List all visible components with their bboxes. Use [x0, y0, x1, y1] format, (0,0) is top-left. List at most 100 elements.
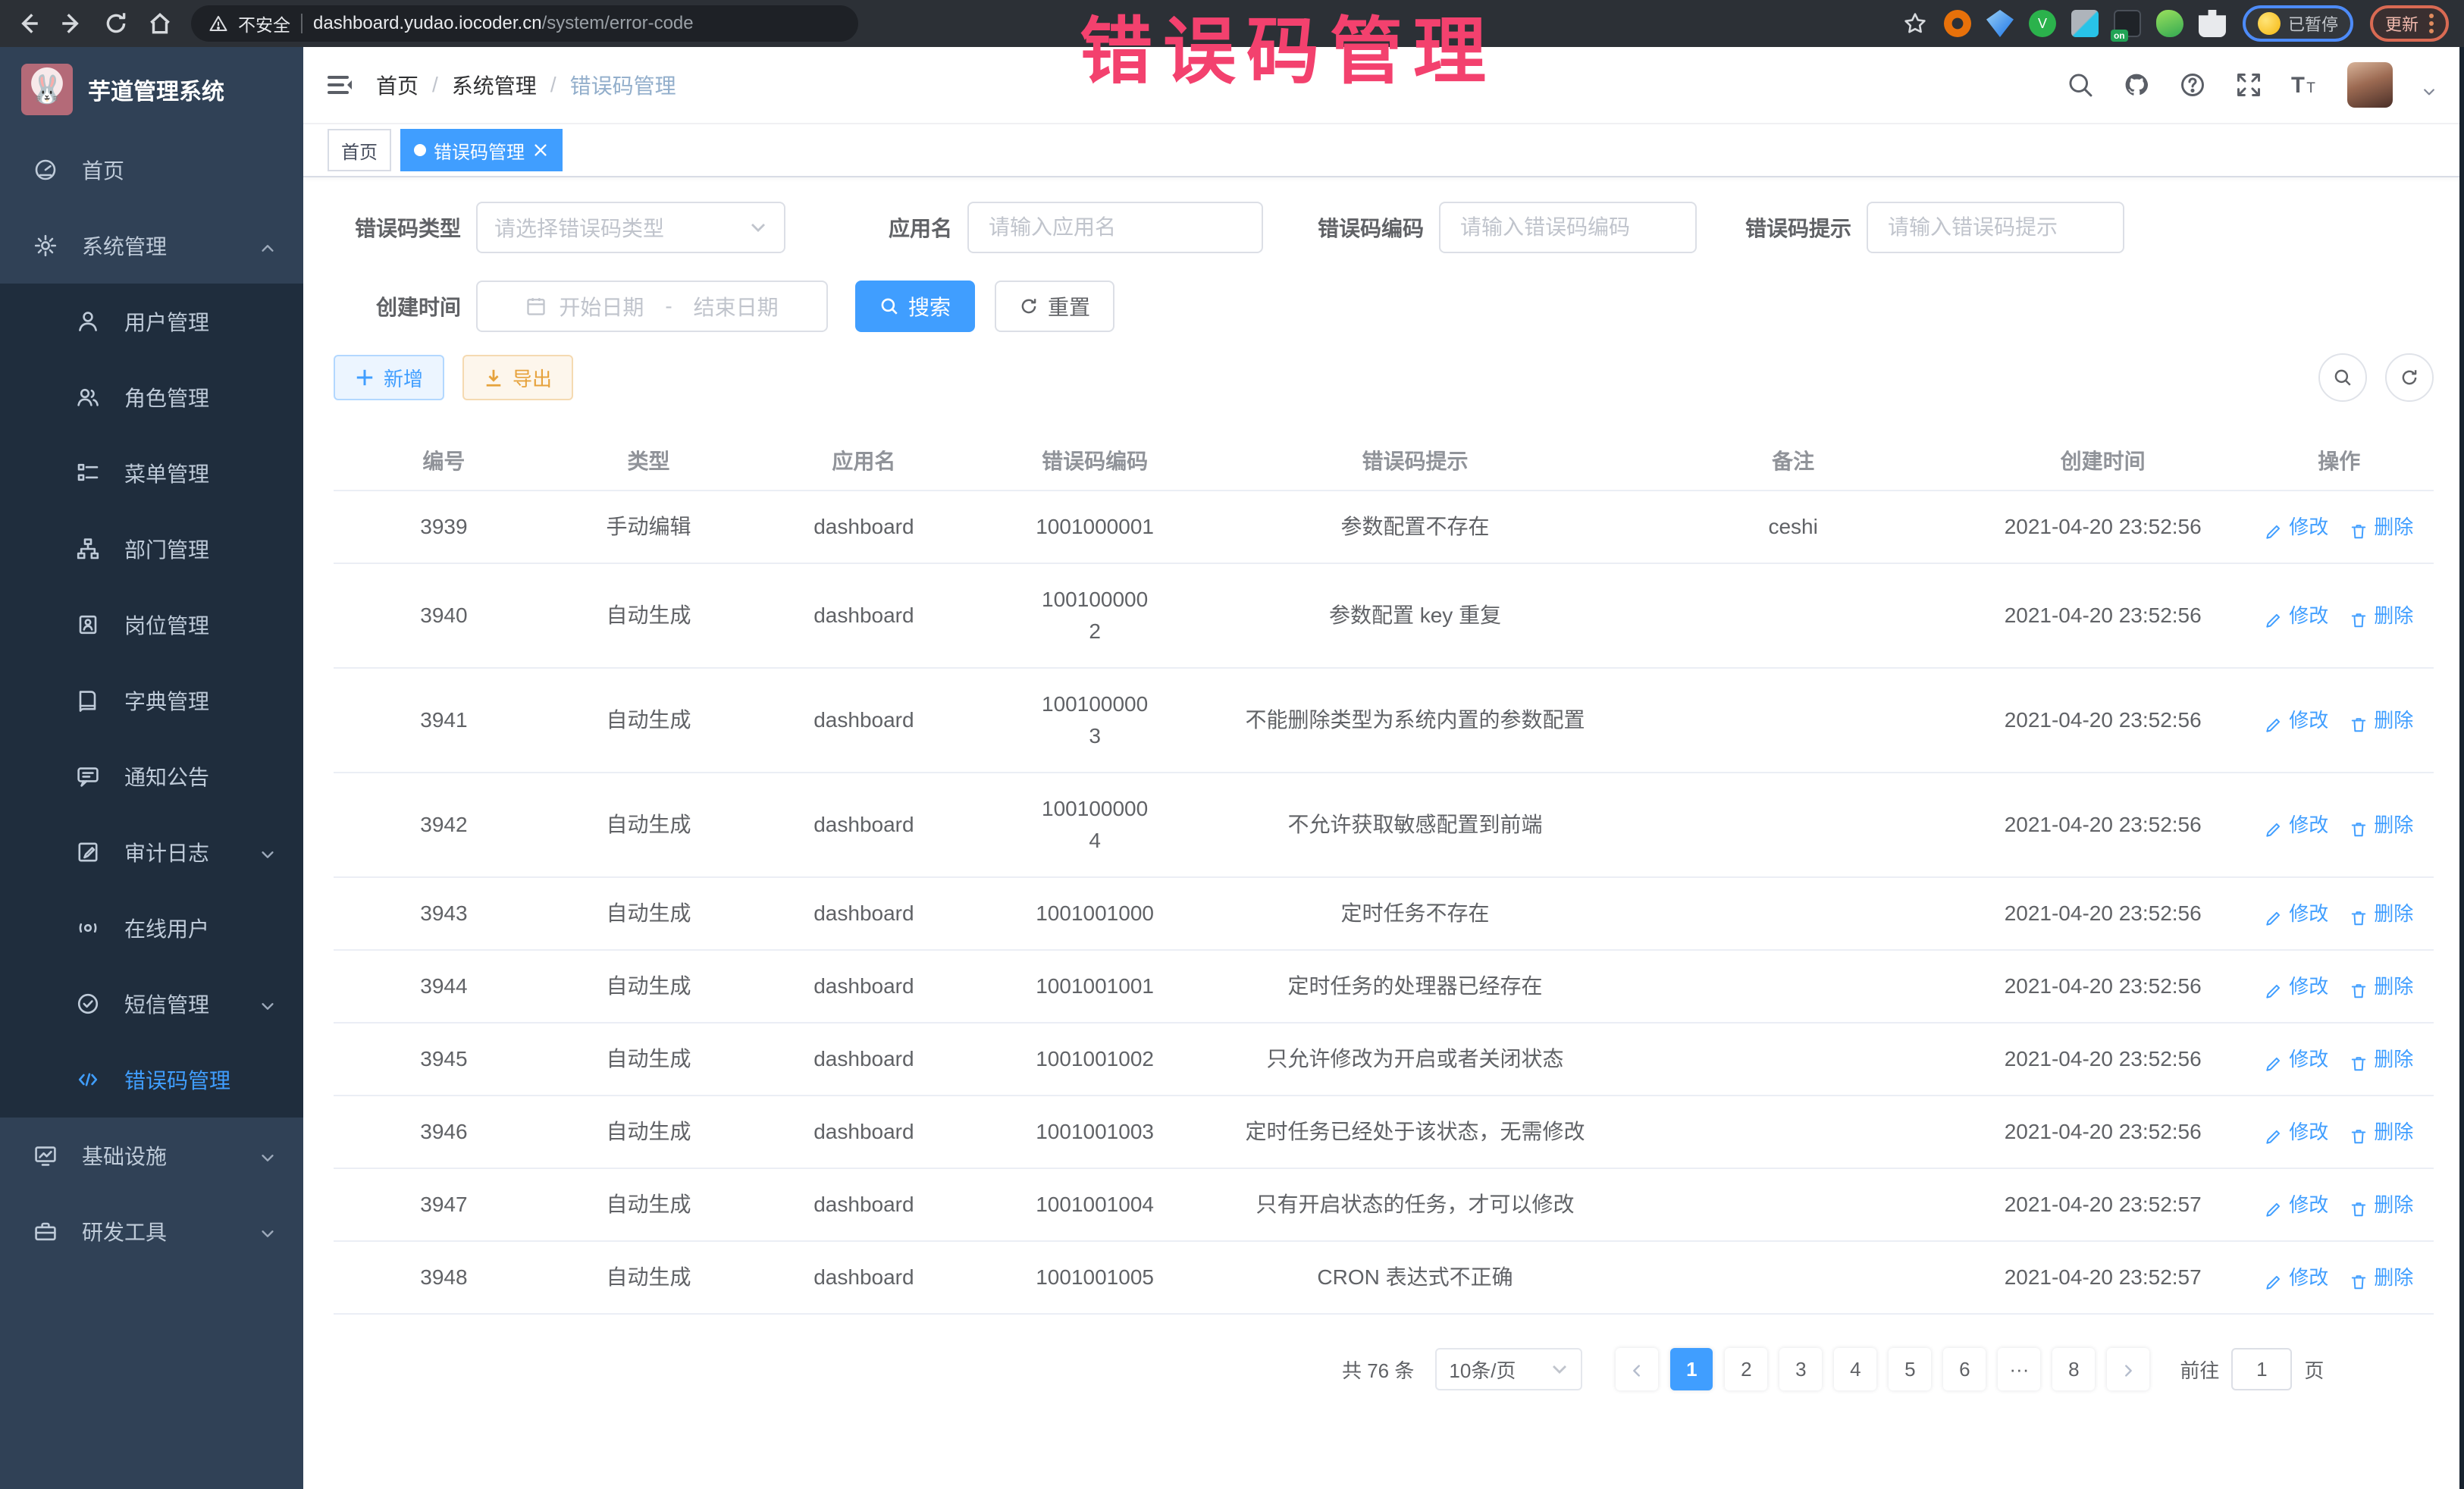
sidebar-item-审计日志[interactable]: 审计日志 — [0, 814, 303, 890]
breadcrumb-item-系统管理[interactable]: 系统管理 — [452, 70, 537, 100]
cell-time: 2021-04-20 23:52:56 — [1961, 1023, 2245, 1095]
column-header-应用名: 应用名 — [743, 426, 985, 497]
toggle-search-button[interactable] — [2318, 353, 2367, 402]
sidebar-item-菜单管理[interactable]: 菜单管理 — [0, 435, 303, 511]
cell-code: 1001000001 — [985, 491, 1205, 563]
export-button[interactable]: 导出 — [462, 355, 573, 400]
page-button-8[interactable]: 8 — [2052, 1348, 2095, 1390]
error-type-select[interactable]: 请选择错误码类型 — [476, 202, 785, 253]
update-chip[interactable]: 更新 — [2370, 5, 2449, 42]
url-text[interactable]: dashboard.yudao.iocoder.cn/system/error-… — [313, 13, 694, 34]
error-msg-input[interactable] — [1885, 214, 2106, 241]
edit-link[interactable]: 修改 — [2265, 1043, 2328, 1075]
update-button[interactable]: 更新 — [2385, 11, 2419, 36]
delete-link[interactable]: 删除 — [2350, 600, 2413, 632]
sidebar-item-在线用户[interactable]: 在线用户 — [0, 890, 303, 966]
page-size-select[interactable]: 10条/页 — [1435, 1348, 1582, 1390]
hamburger-icon[interactable] — [324, 70, 355, 100]
app-name-input[interactable] — [986, 214, 1245, 241]
help-icon[interactable] — [2179, 71, 2206, 99]
sidebar-item-字典管理[interactable]: 字典管理 — [0, 663, 303, 738]
search-button[interactable]: 搜索 — [855, 281, 975, 332]
delete-link[interactable]: 删除 — [2350, 511, 2413, 543]
sidebar-item-通知公告[interactable]: 通知公告 — [0, 738, 303, 814]
green-v-extension-icon[interactable]: V — [2029, 10, 2056, 37]
chevron-down-icon[interactable] — [2422, 77, 2437, 92]
forward-icon[interactable] — [59, 11, 85, 36]
cell-app: dashboard — [743, 1096, 985, 1168]
goto-page-input[interactable] — [2231, 1348, 2292, 1390]
fontsize-icon[interactable]: TT — [2291, 71, 2318, 99]
reload-icon[interactable] — [103, 11, 129, 36]
sidebar-item-角色管理[interactable]: 角色管理 — [0, 359, 303, 435]
delete-link[interactable]: 删除 — [2350, 809, 2413, 841]
close-icon[interactable] — [532, 142, 549, 158]
prev-page-button[interactable] — [1616, 1348, 1658, 1390]
grid-extension-icon[interactable] — [2071, 10, 2099, 37]
search-icon[interactable] — [2067, 71, 2094, 99]
fullscreen-icon[interactable] — [2235, 71, 2262, 99]
profile-chip[interactable]: 已暂停 — [2243, 5, 2353, 42]
tag-错误码管理[interactable]: 错误码管理 — [400, 129, 563, 171]
sidebar-item-部门管理[interactable]: 部门管理 — [0, 511, 303, 587]
edit-link[interactable]: 修改 — [2265, 970, 2328, 1002]
delete-link[interactable]: 删除 — [2350, 1262, 2413, 1293]
sidebar-item-用户管理[interactable]: 用户管理 — [0, 284, 303, 359]
tag-首页[interactable]: 首页 — [328, 129, 391, 171]
green-bean-extension-icon[interactable] — [2156, 10, 2183, 37]
edit-link[interactable]: 修改 — [2265, 1189, 2328, 1221]
reset-button[interactable]: 重置 — [995, 281, 1114, 332]
page-ellipsis[interactable]: ··· — [1998, 1348, 2040, 1390]
delete-link[interactable]: 删除 — [2350, 1189, 2413, 1221]
start-date-placeholder[interactable]: 开始日期 — [559, 291, 644, 321]
page-button-1[interactable]: 1 — [1670, 1348, 1713, 1390]
page-button-5[interactable]: 5 — [1889, 1348, 1931, 1390]
sidebar-item-岗位管理[interactable]: 岗位管理 — [0, 587, 303, 663]
log-edit-icon — [76, 840, 100, 864]
edit-link[interactable]: 修改 — [2265, 898, 2328, 929]
window-scrollbar-edge[interactable] — [2459, 47, 2464, 1489]
sidebar-item-研发工具[interactable]: 研发工具 — [0, 1193, 303, 1269]
blue-gem-extension-icon[interactable] — [1986, 10, 2014, 37]
sidebar-item-短信管理[interactable]: 短信管理 — [0, 966, 303, 1042]
sidebar-item-错误码管理[interactable]: 错误码管理 — [0, 1042, 303, 1118]
chevron-down-icon — [749, 218, 767, 237]
page-button-6[interactable]: 6 — [1943, 1348, 1986, 1390]
home-icon[interactable] — [147, 11, 173, 36]
edit-link[interactable]: 修改 — [2265, 511, 2328, 543]
delete-link[interactable]: 删除 — [2350, 1043, 2413, 1075]
delete-link[interactable]: 删除 — [2350, 704, 2413, 736]
delete-link[interactable]: 删除 — [2350, 1116, 2413, 1148]
page-button-3[interactable]: 3 — [1779, 1348, 1822, 1390]
delete-link[interactable]: 删除 — [2350, 898, 2413, 929]
bookmark-star-icon[interactable] — [1903, 11, 1927, 36]
edit-link[interactable]: 修改 — [2265, 600, 2328, 632]
security-label[interactable]: 不安全 — [238, 11, 290, 36]
user-avatar[interactable] — [2347, 62, 2393, 108]
date-range-picker[interactable]: 开始日期 - 结束日期 — [476, 281, 828, 332]
refresh-table-button[interactable] — [2385, 353, 2434, 402]
browser-menu-icon[interactable] — [2429, 14, 2434, 33]
back-icon[interactable] — [15, 11, 41, 36]
edit-link[interactable]: 修改 — [2265, 809, 2328, 841]
sidebar-item-首页[interactable]: 首页 — [0, 132, 303, 208]
url-bar[interactable]: 不安全 dashboard.yudao.iocoder.cn/system/er… — [191, 5, 858, 42]
edit-link[interactable]: 修改 — [2265, 704, 2328, 736]
sidebar-item-基础设施[interactable]: 基础设施 — [0, 1118, 303, 1193]
edit-link[interactable]: 修改 — [2265, 1262, 2328, 1293]
github-icon[interactable] — [2123, 71, 2150, 99]
page-button-4[interactable]: 4 — [1834, 1348, 1876, 1390]
breadcrumb-item-首页[interactable]: 首页 — [376, 70, 419, 100]
next-page-button[interactable] — [2107, 1348, 2149, 1390]
add-button[interactable]: 新增 — [334, 355, 444, 400]
onebox-extension-icon[interactable]: on — [2114, 10, 2141, 37]
error-code-input[interactable] — [1457, 214, 1679, 241]
puzzle-extension-icon[interactable] — [2199, 10, 2226, 37]
page-button-2[interactable]: 2 — [1725, 1348, 1767, 1390]
orange-ring-extension-icon[interactable] — [1944, 10, 1971, 37]
app-logo[interactable]: 🐰 芋道管理系统 — [0, 47, 303, 132]
end-date-placeholder[interactable]: 结束日期 — [694, 291, 779, 321]
sidebar-item-系统管理[interactable]: 系统管理 — [0, 208, 303, 284]
edit-link[interactable]: 修改 — [2265, 1116, 2328, 1148]
delete-link[interactable]: 删除 — [2350, 970, 2413, 1002]
